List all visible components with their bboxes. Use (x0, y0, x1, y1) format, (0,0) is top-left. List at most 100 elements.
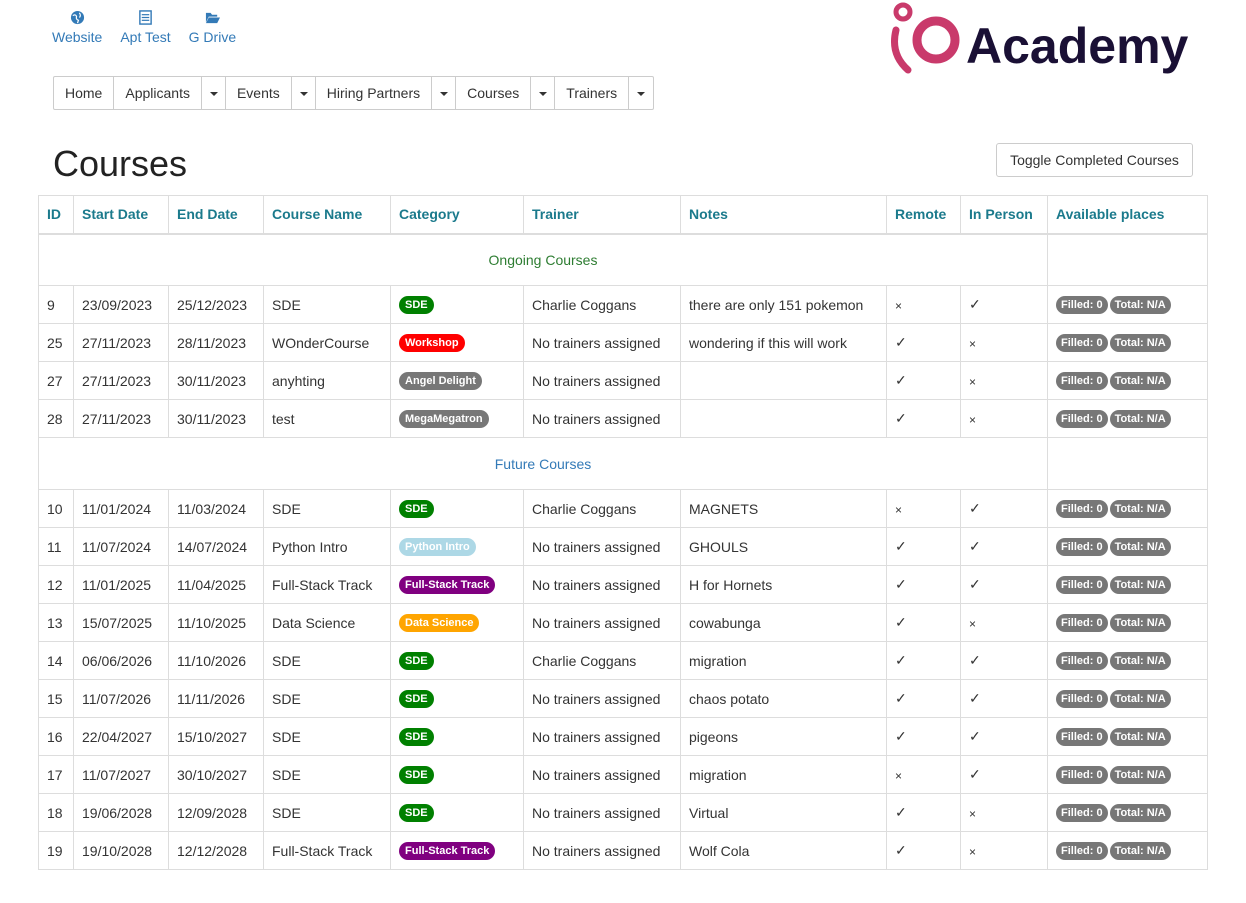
cell-end-date: 25/12/2023 (168, 285, 264, 324)
cell-notes: there are only 151 pokemon (680, 285, 887, 324)
table-row[interactable]: 9 23/09/2023 25/12/2023 SDE SDE Charlie Cogga… (38, 285, 1208, 324)
list-icon (139, 10, 152, 25)
cell-available-places: Filled: 0 Total: N/A (1047, 361, 1208, 400)
table-row[interactable]: 14 06/06/2026 11/10/2026 SDE SDE Charlie Cogg… (38, 641, 1208, 680)
nav-home[interactable]: Home (54, 77, 115, 109)
total-badge: Total: N/A (1109, 334, 1171, 352)
applicants-dropdown-caret-icon[interactable] (202, 77, 226, 109)
table-row[interactable]: 18 19/06/2028 12/09/2028 SDE SDE No trainers … (38, 793, 1208, 832)
cell-start-date: 11/07/2026 (73, 679, 169, 718)
cell-id: 27 (38, 361, 74, 400)
cell-end-date: 12/09/2028 (168, 793, 264, 832)
filled-badge: Filled: 0 (1056, 766, 1108, 784)
table-row[interactable]: 17 11/07/2027 30/10/2027 SDE SDE No trainers … (38, 755, 1208, 794)
cell-course-name: SDE (263, 793, 391, 832)
header-end-date[interactable]: End Date (168, 195, 264, 235)
header-available-places[interactable]: Available places (1047, 195, 1208, 235)
header-in-person[interactable]: In Person (960, 195, 1048, 235)
check-icon: ✓ (895, 334, 907, 350)
nav-applicants[interactable]: Applicants (114, 77, 202, 109)
cell-id: 12 (38, 565, 74, 604)
table-row[interactable]: 13 15/07/2025 11/10/2025 Data Science Data S… (38, 603, 1208, 642)
total-badge: Total: N/A (1109, 804, 1171, 822)
cross-icon: × (969, 374, 977, 389)
table-row[interactable]: 25 27/11/2023 28/11/2023 WOnderCourse Worksh… (38, 323, 1208, 362)
cell-end-date: 14/07/2024 (168, 527, 264, 566)
header-trainer[interactable]: Trainer (523, 195, 681, 235)
page-title: Courses (53, 143, 188, 184)
filled-badge: Filled: 0 (1056, 538, 1108, 556)
table-row[interactable]: 27 27/11/2023 30/11/2023 anyhting Angel Deli… (38, 361, 1208, 400)
cross-icon: × (969, 616, 977, 631)
cell-trainer: No trainers assigned (523, 361, 681, 400)
check-icon: ✓ (969, 728, 981, 744)
check-icon: ✓ (969, 296, 981, 312)
cell-end-date: 11/10/2025 (168, 603, 264, 642)
cell-start-date: 15/07/2025 (73, 603, 169, 642)
cell-in-person: ✓ (960, 755, 1048, 794)
check-icon: ✓ (895, 842, 907, 858)
section-header-row: Ongoing Courses (38, 233, 1208, 286)
total-badge: Total: N/A (1109, 372, 1171, 390)
header-id[interactable]: ID (38, 195, 74, 235)
website-link[interactable]: Website (52, 10, 102, 45)
cell-end-date: 12/12/2028 (168, 831, 264, 870)
cell-in-person: × (960, 793, 1048, 832)
cell-course-name: SDE (263, 717, 391, 756)
filled-badge: Filled: 0 (1056, 410, 1108, 428)
filled-badge: Filled: 0 (1056, 614, 1108, 632)
header-start-date[interactable]: Start Date (73, 195, 169, 235)
table-row[interactable]: 28 27/11/2023 30/11/2023 test MegaMegatron No… (38, 399, 1208, 438)
cell-available-places: Filled: 0 Total: N/A (1047, 755, 1208, 794)
nav-courses[interactable]: Courses (456, 77, 532, 109)
cell-start-date: 11/07/2024 (73, 527, 169, 566)
cell-available-places: Filled: 0 Total: N/A (1047, 641, 1208, 680)
toggle-completed-courses-button[interactable]: Toggle Completed Courses (996, 143, 1193, 177)
cell-course-name: test (263, 399, 391, 438)
apt-test-link[interactable]: Apt Test (120, 10, 171, 45)
cell-id: 25 (38, 323, 74, 362)
check-icon: ✓ (895, 804, 907, 820)
header-notes[interactable]: Notes (680, 195, 887, 235)
table-row[interactable]: 16 22/04/2027 15/10/2027 SDE SDE No trainers … (38, 717, 1208, 756)
cell-trainer: Charlie Coggans (523, 285, 681, 324)
table-row[interactable]: 11 11/07/2024 14/07/2024 Python Intro Python… (38, 527, 1208, 566)
courses-dropdown-caret-icon[interactable] (531, 77, 556, 109)
nav-trainers[interactable]: Trainers (555, 77, 630, 109)
table-row[interactable]: 10 11/01/2024 11/03/2024 SDE SDE Charlie Cogg… (38, 489, 1208, 528)
cell-available-places: Filled: 0 Total: N/A (1047, 399, 1208, 438)
cell-trainer: No trainers assigned (523, 793, 681, 832)
filled-badge: Filled: 0 (1056, 500, 1108, 518)
cell-category: Python Intro (390, 527, 524, 566)
g-drive-link[interactable]: G Drive (189, 10, 236, 45)
top-links: Website Apt Test G Drive (52, 10, 254, 45)
table-row[interactable]: 19 19/10/2028 12/12/2028 Full-Stack Track Fu… (38, 831, 1208, 870)
category-badge: Full-Stack Track (399, 576, 496, 594)
cell-notes (680, 361, 887, 400)
header-course-name[interactable]: Course Name (263, 195, 391, 235)
cell-start-date: 27/11/2023 (73, 323, 169, 362)
nav-events[interactable]: Events (226, 77, 292, 109)
nav-hiring-partners[interactable]: Hiring Partners (316, 77, 433, 109)
cell-in-person: × (960, 831, 1048, 870)
cell-trainer: No trainers assigned (523, 565, 681, 604)
hiring-partners-dropdown-caret-icon[interactable] (432, 77, 457, 109)
cell-id: 28 (38, 399, 74, 438)
cell-remote: × (886, 489, 961, 528)
header-category[interactable]: Category (390, 195, 524, 235)
events-dropdown-caret-icon[interactable] (292, 77, 316, 109)
filled-badge: Filled: 0 (1056, 296, 1108, 314)
cell-end-date: 11/03/2024 (168, 489, 264, 528)
table-row[interactable]: 15 11/07/2026 11/11/2026 SDE SDE No trainers … (38, 679, 1208, 718)
filled-badge: Filled: 0 (1056, 690, 1108, 708)
category-badge: SDE (399, 728, 434, 746)
check-icon: ✓ (969, 766, 981, 782)
trainers-dropdown-caret-icon[interactable] (629, 77, 653, 109)
cell-id: 17 (38, 755, 74, 794)
header-remote[interactable]: Remote (886, 195, 961, 235)
cell-notes: chaos potato (680, 679, 887, 718)
category-badge: SDE (399, 766, 434, 784)
table-row[interactable]: 12 11/01/2025 11/04/2025 Full-Stack Track Fu… (38, 565, 1208, 604)
filled-badge: Filled: 0 (1056, 334, 1108, 352)
category-badge: SDE (399, 652, 434, 670)
